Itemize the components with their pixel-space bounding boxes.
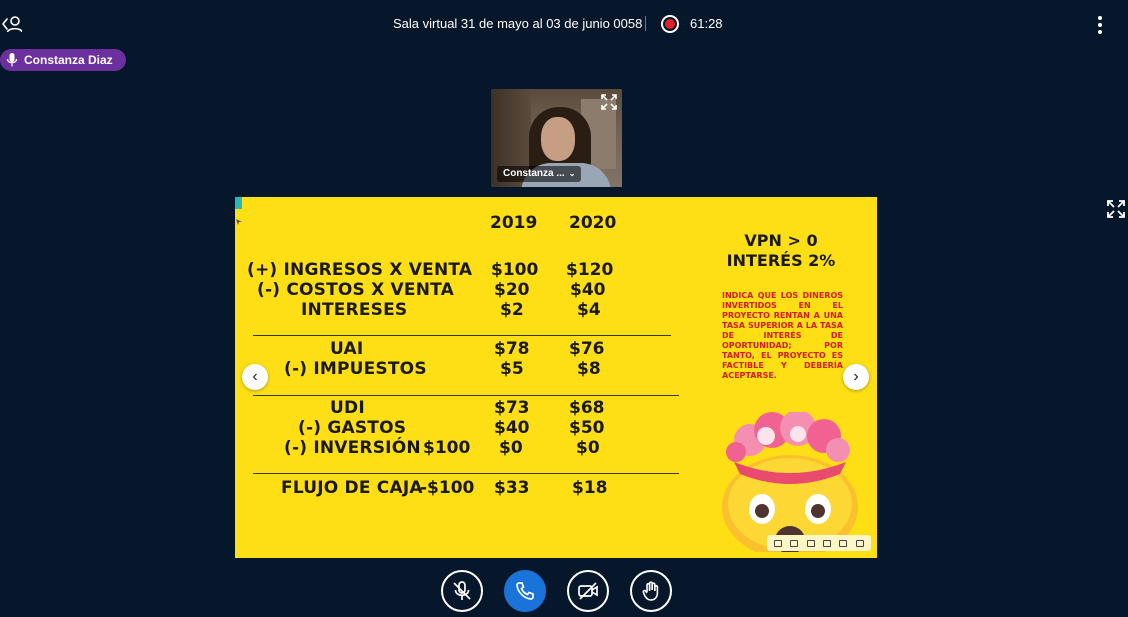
expand-icon[interactable] <box>601 94 617 110</box>
mic-off-icon <box>453 581 471 600</box>
row-label: (+) INGRESOS X VENTA <box>247 260 473 280</box>
row-label: (-) COSTOS X VENTA <box>257 280 454 300</box>
header-divider <box>645 16 646 31</box>
screen-icon[interactable] <box>806 539 815 547</box>
value-2020: $68 <box>569 398 605 418</box>
year-2019-header: 2019 <box>490 213 538 233</box>
value-2020: $50 <box>569 418 605 438</box>
conclusion-note: INDICA QUE LOS DINEROS INVERTIDOS EN EL … <box>722 291 843 380</box>
chevron-right-icon[interactable]: › <box>843 364 869 390</box>
chevron-down-icon: ⌄ <box>568 169 576 178</box>
value-2020: $8 <box>577 359 601 379</box>
video-button[interactable] <box>567 570 609 612</box>
cursor-icon <box>236 219 242 225</box>
row-label: INTERESES <box>301 300 408 320</box>
slide-toolbar[interactable] <box>767 535 871 551</box>
value-initial: $100 <box>423 438 471 458</box>
row-label: UDI <box>330 398 365 418</box>
audio-icon[interactable] <box>823 539 832 547</box>
recording-timer: 61:28 <box>690 16 723 31</box>
video-off-icon <box>578 582 598 600</box>
row-label: (-) INVERSIÓN <box>284 438 421 458</box>
value-2019: $100 <box>491 260 539 280</box>
row-label: UAI <box>330 339 364 359</box>
chevron-left-icon[interactable]: ‹ <box>242 364 268 390</box>
value-2019: $5 <box>500 359 524 379</box>
value-2019: $33 <box>494 478 530 498</box>
webcam-person-face <box>541 117 575 161</box>
webcam-name: Constanza ... <box>503 168 565 179</box>
divider-line <box>253 473 679 474</box>
fullscreen-icon[interactable] <box>855 539 864 547</box>
expand-icon[interactable] <box>1107 200 1125 218</box>
value-2020: $40 <box>570 280 606 300</box>
shared-slide: 2019 2020 (+) INGRESOS X VENTA $100 $120… <box>235 197 877 558</box>
value-initial: -$100 <box>420 478 475 498</box>
user-icon[interactable] <box>2 14 22 34</box>
record-icon <box>661 15 679 33</box>
mind-blown-emoji-icon <box>722 412 858 552</box>
raise-hand-icon <box>642 581 659 601</box>
row-label: FLUJO DE CAJA <box>281 478 423 498</box>
raise-hand-button[interactable] <box>630 570 672 612</box>
divider-line <box>253 335 671 336</box>
interest-line: INTERÉS 2% <box>726 251 836 270</box>
value-2020: $120 <box>566 260 614 280</box>
value-2019: $40 <box>494 418 530 438</box>
value-2019: $2 <box>500 300 524 320</box>
webcam-tile[interactable]: Constanza ... ⌄ <box>491 89 622 187</box>
divider-line <box>253 395 679 396</box>
value-2020: $4 <box>577 300 601 320</box>
vpn-line: VPN > 0 <box>744 231 818 250</box>
mute-button[interactable] <box>441 570 483 612</box>
value-2020: $18 <box>572 478 608 498</box>
caption-icon[interactable] <box>839 539 848 547</box>
year-2020-header: 2020 <box>569 213 617 233</box>
value-2020: $76 <box>569 339 605 359</box>
row-label: (-) GASTOS <box>298 418 407 438</box>
row-label: (-) IMPUESTOS <box>284 359 427 379</box>
active-speaker-chip: Constanza Diaz <box>0 49 126 71</box>
rotate-icon[interactable] <box>774 539 783 547</box>
phone-icon <box>516 582 534 600</box>
session-title: Sala virtual 31 de mayo al 03 de junio 0… <box>393 16 643 31</box>
top-bar: Sala virtual 31 de mayo al 03 de junio 0… <box>0 0 1128 48</box>
webcam-name-label[interactable]: Constanza ... ⌄ <box>497 166 581 182</box>
vpn-heading: VPN > 0 INTERÉS 2% <box>695 231 867 271</box>
value-2020: $0 <box>576 438 600 458</box>
call-button[interactable] <box>504 570 546 612</box>
more-vertical-icon[interactable] <box>1092 14 1108 36</box>
value-2019: $73 <box>494 398 530 418</box>
slide-corner-marker <box>235 197 242 209</box>
value-2019: $20 <box>494 280 530 300</box>
page-icon[interactable] <box>790 539 799 547</box>
value-2019: $0 <box>499 438 523 458</box>
value-2019: $78 <box>494 339 530 359</box>
microphone-icon <box>6 53 18 67</box>
speaker-name: Constanza Diaz <box>24 53 113 67</box>
